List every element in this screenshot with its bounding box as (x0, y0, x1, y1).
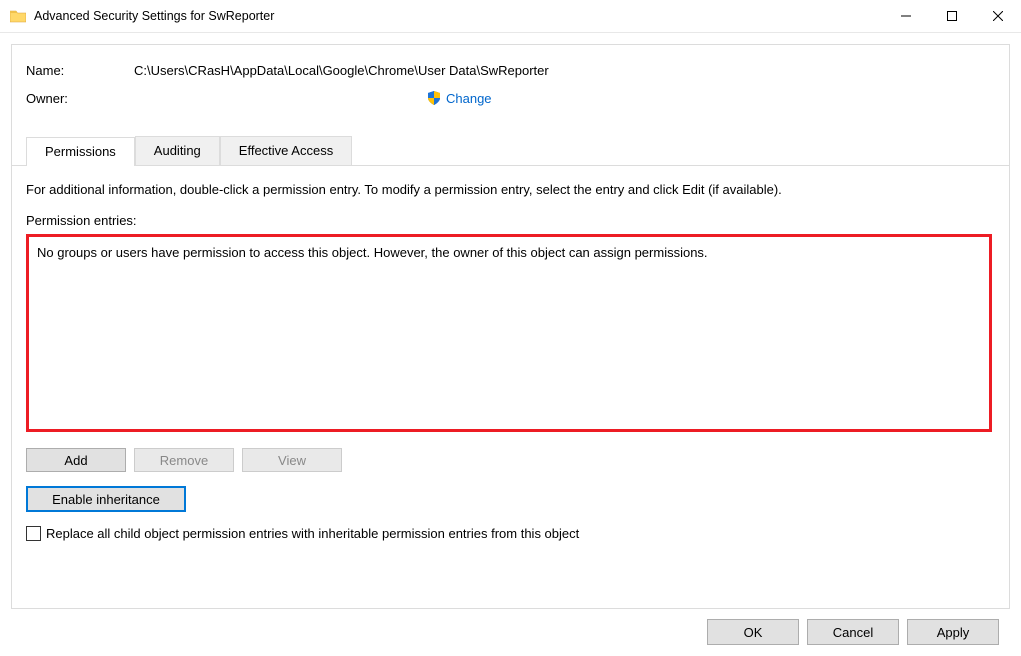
owner-row: Owner: Change (26, 90, 995, 106)
replace-all-checkbox[interactable] (26, 526, 41, 541)
tab-strip: Permissions Auditing Effective Access (12, 136, 1009, 166)
add-button[interactable]: Add (26, 448, 126, 472)
name-row: Name: C:\Users\CRasH\AppData\Local\Googl… (26, 63, 995, 78)
title-bar: Advanced Security Settings for SwReporte… (0, 0, 1021, 33)
apply-button[interactable]: Apply (907, 619, 999, 645)
name-value: C:\Users\CRasH\AppData\Local\Google\Chro… (134, 63, 549, 78)
enable-inheritance-button[interactable]: Enable inheritance (26, 486, 186, 512)
name-label: Name: (26, 63, 134, 78)
minimize-button[interactable] (883, 0, 929, 32)
maximize-button[interactable] (929, 0, 975, 32)
ok-button[interactable]: OK (707, 619, 799, 645)
replace-all-label: Replace all child object permission entr… (46, 526, 579, 541)
tab-effective-access[interactable]: Effective Access (220, 136, 352, 165)
change-owner-link[interactable]: Change (446, 91, 492, 106)
tab-auditing[interactable]: Auditing (135, 136, 220, 165)
folder-icon (10, 9, 26, 23)
shield-icon (426, 90, 442, 106)
instructions-text: For additional information, double-click… (26, 182, 995, 197)
permission-entries-list[interactable]: No groups or users have permission to ac… (26, 234, 992, 432)
dialog-content: Name: C:\Users\CRasH\AppData\Local\Googl… (11, 44, 1010, 609)
window-title: Advanced Security Settings for SwReporte… (34, 9, 883, 23)
close-button[interactable] (975, 0, 1021, 32)
owner-label: Owner: (26, 91, 134, 106)
view-button: View (242, 448, 342, 472)
permission-entries-label: Permission entries: (26, 213, 995, 228)
remove-button: Remove (134, 448, 234, 472)
cancel-button[interactable]: Cancel (807, 619, 899, 645)
tab-body: For additional information, double-click… (12, 166, 1009, 555)
tab-permissions[interactable]: Permissions (26, 137, 135, 166)
permission-entries-empty-text: No groups or users have permission to ac… (37, 245, 708, 260)
